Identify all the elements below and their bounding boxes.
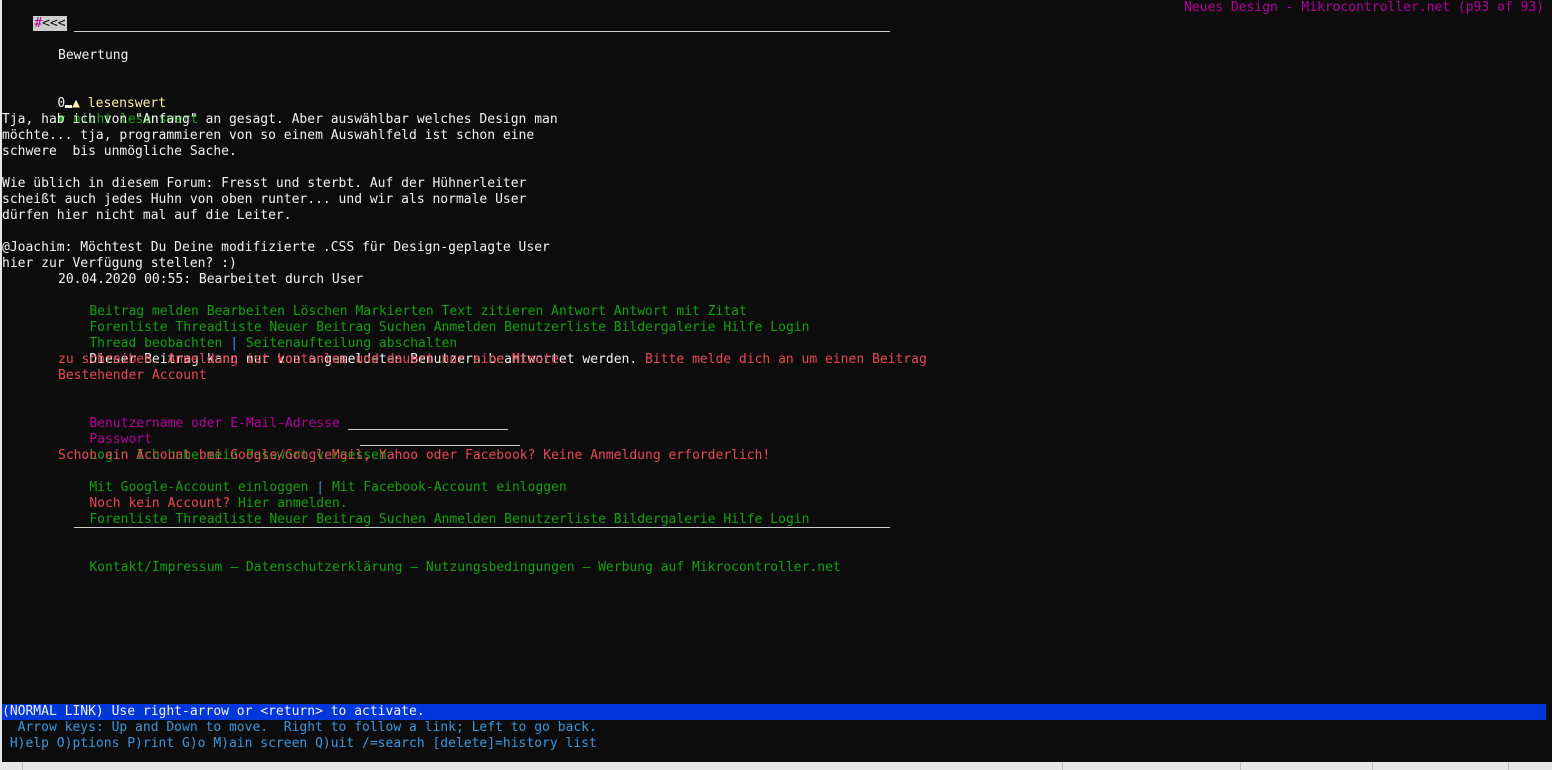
footer-links: Kontakt/Impressum – Datenschutzerklärung… bbox=[58, 544, 840, 575]
facebook-login-link[interactable]: Mit Facebook-Account einloggen bbox=[332, 480, 567, 495]
footer-imprint-link[interactable]: Kontakt/Impressum bbox=[89, 560, 222, 575]
footer-separator: – bbox=[410, 560, 419, 575]
divider-bottom bbox=[74, 527, 890, 528]
page-title: Neues Design - Mikrocontroller.net (p93 … bbox=[1183, 0, 1544, 15]
window-bottom-border bbox=[0, 762, 1552, 770]
login-notice-red[interactable]: Bitte melde dich an um einen Beitrag bbox=[645, 352, 927, 367]
nav-gallery[interactable]: Bildergalerie bbox=[614, 512, 716, 527]
nav-gallery[interactable]: Bildergalerie bbox=[614, 320, 716, 335]
nav-login[interactable]: Login bbox=[770, 512, 809, 527]
login-notice-red-cont[interactable]: zu schreiben. Anmeldung ist kostenlos un… bbox=[58, 352, 567, 368]
footer-separator: – bbox=[582, 560, 591, 575]
post-line: hier zur Verfügung stellen? :) bbox=[2, 256, 237, 271]
footer-privacy-link[interactable]: Datenschutzerklärung bbox=[246, 560, 403, 575]
thread-links: Thread beobachten | Seitenaufteilung abs… bbox=[58, 320, 457, 351]
border-segment bbox=[1372, 762, 1373, 770]
nav-top: Forenliste Threadliste Neuer Beitrag Suc… bbox=[58, 304, 809, 335]
login-notice: Dieser Beitrag kann nur von angemeldeten… bbox=[58, 336, 926, 367]
help-line-1: Arrow keys: Up and Down to move. Right t… bbox=[2, 720, 597, 735]
help-line-2: H)elp O)ptions P)rint G)o M)ain screen Q… bbox=[2, 736, 597, 751]
nav-user-list[interactable]: Benutzerliste bbox=[504, 512, 606, 527]
border-segment bbox=[1508, 762, 1509, 770]
footer-separator: – bbox=[230, 560, 239, 575]
post-line: @Joachim: Möchtest Du Deine modifizierte… bbox=[2, 240, 550, 255]
post-line: Wie üblich in diesem Forum: Fresst und s… bbox=[2, 176, 527, 191]
border-segment bbox=[22, 762, 23, 770]
rating-heading: Bewertung bbox=[58, 48, 129, 63]
post-line: scheißt auch jedes Huhn von oben runter.… bbox=[2, 192, 527, 207]
social-login-links: Mit Google-Account einloggen | Mit Faceb… bbox=[58, 464, 566, 495]
password-row: Passwort bbox=[58, 416, 520, 447]
back-link[interactable]: #<<< bbox=[2, 0, 67, 31]
register-row: Noch kein Account? Hier anmelden. bbox=[58, 480, 347, 511]
post-line: dürfen hier nicht mal auf die Leiter. bbox=[2, 208, 292, 223]
footer-terms-link[interactable]: Nutzungsbedingungen bbox=[426, 560, 575, 575]
divider-top bbox=[74, 31, 890, 32]
terminal-area: #<<< Neues Design - Mikrocontroller.net … bbox=[2, 0, 1548, 762]
nav-forum-list[interactable]: Forenliste bbox=[89, 512, 167, 527]
login-actions: Login Ich habe mein Passwort vergessen bbox=[58, 432, 386, 463]
border-segment bbox=[1240, 762, 1241, 770]
rating-down-row[interactable]: ▼ nicht lesenswert bbox=[26, 96, 198, 127]
border-segment bbox=[1062, 762, 1063, 770]
social-login-notice: Schon ein Account bei Google/GoogleMail,… bbox=[58, 448, 771, 463]
nav-login[interactable]: Login bbox=[770, 320, 809, 335]
nav-new-post[interactable]: Neuer Beitrag bbox=[269, 512, 371, 527]
nav-thread-list[interactable]: Threadliste bbox=[175, 512, 261, 527]
nav-help[interactable]: Hilfe bbox=[723, 512, 762, 527]
post-line: möchte... tja, programmieren von so eine… bbox=[2, 128, 535, 143]
status-bar: (NORMAL LINK) Use right-arrow or <return… bbox=[2, 704, 1546, 720]
back-hash: # bbox=[34, 16, 43, 31]
nav-bottom: Forenliste Threadliste Neuer Beitrag Suc… bbox=[58, 496, 809, 527]
post-actions: Beitrag melden Bearbeiten Löschen Markie… bbox=[58, 288, 747, 319]
post-line: schwere bis unmögliche Sache. bbox=[2, 144, 237, 159]
nav-help[interactable]: Hilfe bbox=[723, 320, 762, 335]
back-arrows: <<< bbox=[42, 16, 66, 31]
post-line: Tja, hab ich von "Anfang" an gesagt. Abe… bbox=[2, 112, 558, 127]
existing-account-heading: Bestehender Account bbox=[58, 368, 207, 383]
edit-note: 20.04.2020 00:55: Bearbeitet durch User bbox=[58, 272, 364, 287]
rating-up-row: 0 ▲ lesenswert bbox=[26, 80, 166, 111]
nav-user-list[interactable]: Benutzerliste bbox=[504, 320, 606, 335]
footer-ads-link[interactable]: Werbung auf Mikrocontroller.net bbox=[598, 560, 841, 575]
nav-register[interactable]: Anmelden bbox=[434, 512, 497, 527]
username-row: Benutzername oder E-Mail-Adresse bbox=[58, 400, 508, 431]
nav-search[interactable]: Suchen bbox=[379, 512, 426, 527]
